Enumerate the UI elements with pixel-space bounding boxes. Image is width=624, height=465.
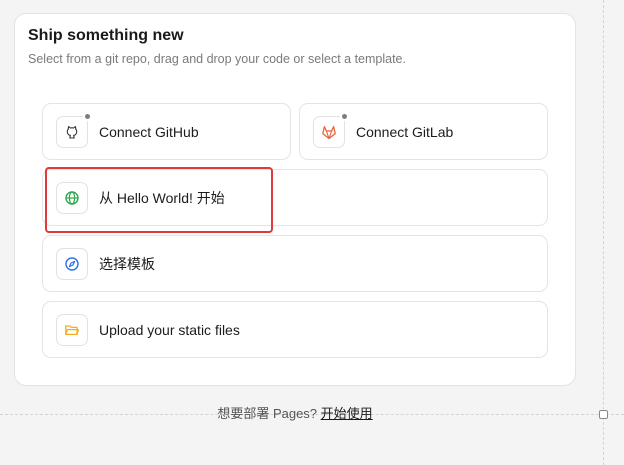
get-started-link[interactable]: 开始使用 — [321, 406, 373, 421]
upload-static-files-label: Upload your static files — [99, 321, 240, 338]
resize-handle[interactable] — [599, 410, 608, 419]
compass-icon — [56, 247, 88, 280]
hello-world-label: 从 Hello World! 开始 — [99, 189, 225, 206]
connect-gitlab-button[interactable]: Connect GitLab — [299, 103, 548, 160]
select-template-label: 选择模板 — [99, 255, 155, 272]
connect-github-label: Connect GitHub — [99, 123, 199, 140]
vertical-guide-line — [603, 0, 604, 465]
hello-world-button[interactable]: 从 Hello World! 开始 — [42, 169, 548, 226]
connect-github-button[interactable]: Connect GitHub — [42, 103, 291, 160]
github-icon — [56, 111, 92, 148]
status-dot — [340, 111, 349, 121]
connect-gitlab-label: Connect GitLab — [356, 123, 454, 140]
page-subtitle: Select from a git repo, drag and drop yo… — [28, 52, 406, 66]
gitlab-icon — [313, 111, 349, 148]
status-dot — [83, 111, 92, 121]
page-title: Ship something new — [28, 27, 184, 44]
footer-prompt: 想要部署 Pages? — [217, 406, 318, 421]
globe-icon — [56, 181, 88, 214]
folder-icon — [56, 313, 88, 346]
upload-static-files-button[interactable]: Upload your static files — [42, 301, 548, 358]
footer: 想要部署 Pages? 开始使用 — [0, 403, 590, 422]
select-template-button[interactable]: 选择模板 — [42, 235, 548, 292]
